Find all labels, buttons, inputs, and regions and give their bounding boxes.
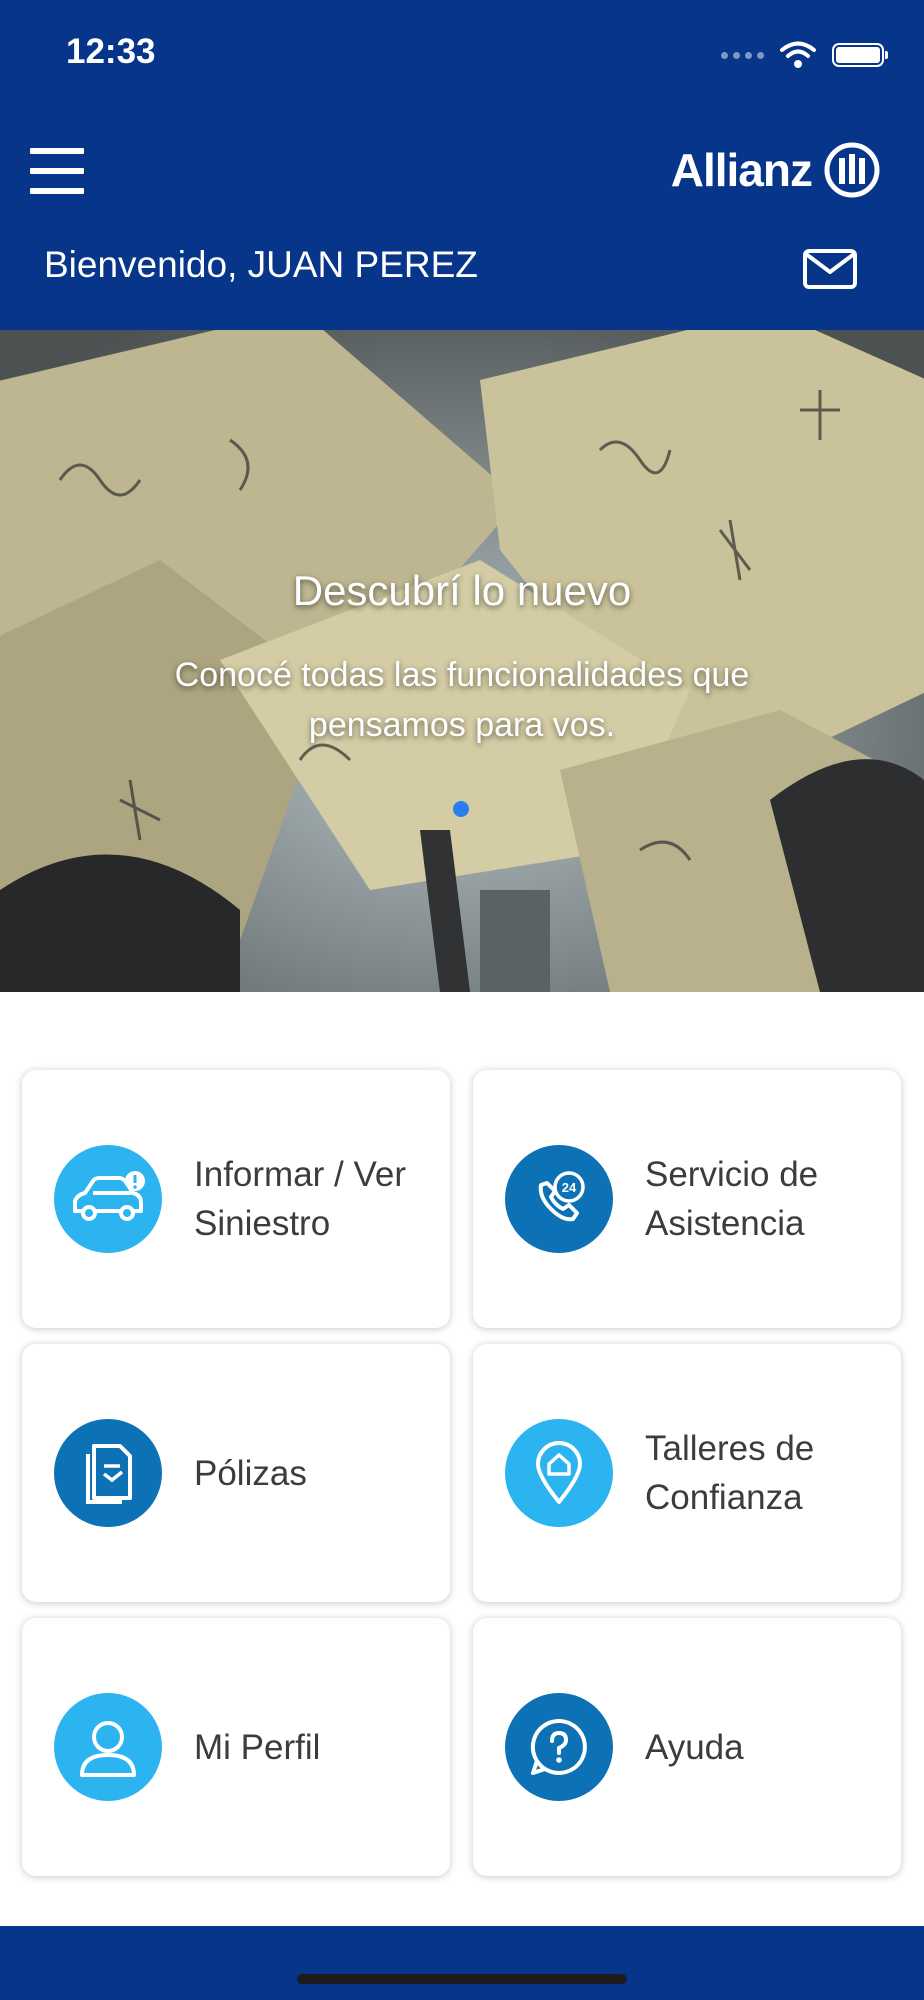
svg-text:24: 24 [562, 1180, 577, 1195]
tile-label: Talleres de Confianza [645, 1429, 815, 1517]
menu-button[interactable] [30, 148, 86, 194]
allianz-logo: Allianz [671, 142, 880, 198]
tile-servicio-asistencia[interactable]: 24 Servicio de Asistencia [473, 1070, 901, 1328]
tile-informar-siniestro[interactable]: Informar / Ver Siniestro [22, 1070, 450, 1328]
battery-icon [832, 43, 888, 67]
phone-24-icon: 24 [505, 1145, 613, 1253]
tile-label: Informar / Ver Siniestro [194, 1155, 407, 1243]
tile-polizas[interactable]: Pólizas [22, 1344, 450, 1602]
status-time: 12:33 [66, 32, 156, 71]
mail-button[interactable] [802, 248, 858, 290]
location-pin-icon [505, 1419, 613, 1527]
tile-talleres-confianza[interactable]: Talleres de Confianza [473, 1344, 901, 1602]
banner-title: Descubrí lo nuevo [292, 567, 632, 614]
tile-ayuda[interactable]: Ayuda [473, 1618, 901, 1876]
tile-label: Mi Perfil [194, 1727, 321, 1767]
welcome-message: Bienvenido, JUAN PEREZ [44, 244, 478, 285]
car-warning-icon [54, 1145, 162, 1253]
help-question-icon [505, 1693, 613, 1801]
policy-document-icon [54, 1419, 162, 1527]
tile-mi-perfil[interactable]: Mi Perfil [22, 1618, 450, 1876]
carousel-indicator[interactable] [453, 801, 469, 817]
allianz-logo-icon [824, 142, 880, 198]
wifi-icon [780, 41, 816, 68]
home-indicator[interactable] [297, 1974, 627, 1984]
tile-label: Servicio de Asistencia [645, 1155, 819, 1243]
user-icon [54, 1693, 162, 1801]
banner-text: Conocé todas las funcionalidades que pen… [174, 656, 750, 744]
logo-text: Allianz [670, 144, 813, 196]
tile-label: Ayuda [645, 1727, 744, 1767]
tile-label: Pólizas [194, 1453, 307, 1493]
bottom-bar [0, 1926, 924, 2000]
mail-icon [803, 249, 857, 289]
status-icons [721, 40, 888, 70]
app-header: 12:33 Allianz Bienvenido, JUAN PEREZ [0, 0, 924, 330]
signal-icon [721, 51, 764, 59]
